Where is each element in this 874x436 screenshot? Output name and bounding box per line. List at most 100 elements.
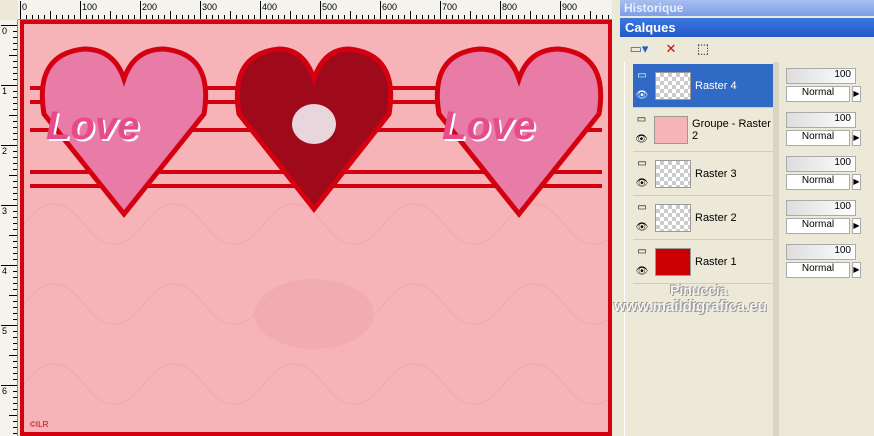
ruler-tick [13, 313, 17, 314]
blend-arrow-icon[interactable]: ▶ [852, 218, 861, 234]
eye-icon[interactable]: 👁 [636, 90, 649, 101]
layer-name: Raster 2 [695, 211, 737, 224]
ruler-label: 0 [2, 26, 8, 36]
layer-type-icon: ▭ [637, 158, 647, 169]
ruler-tick [596, 15, 597, 19]
ruler-tick [13, 151, 17, 152]
ruler-tick [608, 15, 609, 19]
ruler-tick [110, 11, 111, 19]
layer-row-raster-1[interactable]: ▭ 👁 Raster 1 [633, 240, 775, 284]
ruler-tick [164, 15, 165, 19]
blend-arrow-icon[interactable]: ▶ [852, 262, 861, 278]
ruler-tick [13, 337, 17, 338]
ruler-tick [13, 421, 17, 422]
blend-mode-select[interactable]: Normal [786, 174, 850, 190]
ruler-tick [332, 15, 333, 19]
blend-arrow-icon[interactable]: ▶ [852, 174, 861, 190]
ruler-tick [86, 15, 87, 19]
ruler-tick [434, 15, 435, 19]
copyright-text: ©ILR [30, 420, 49, 429]
ruler-tick [572, 15, 573, 19]
ruler-tick [32, 15, 33, 19]
layer-type-icon: ▭ [637, 202, 647, 213]
ruler-tick [476, 15, 477, 19]
opacity-field[interactable]: 100 [786, 200, 856, 216]
eye-icon[interactable]: 👁 [636, 222, 649, 233]
opacity-field[interactable]: 100 [786, 112, 856, 128]
layer-type-icon: ▭ [636, 114, 647, 125]
ruler-tick [314, 15, 315, 19]
ruler-tick [554, 15, 555, 19]
blend-mode-select[interactable]: Normal [786, 262, 850, 278]
ruler-tick [92, 15, 93, 19]
ruler-tick [13, 379, 17, 380]
ruler-tick [500, 1, 501, 19]
ruler-tick [13, 127, 17, 128]
panel-splitter[interactable] [773, 62, 779, 436]
eye-icon[interactable]: 👁 [636, 178, 649, 189]
image-canvas[interactable]: Love Love ©ILR [20, 20, 612, 436]
ruler-tick [398, 15, 399, 19]
layer-row-raster-4[interactable]: ▭ 👁 Raster 4 [633, 64, 775, 108]
layer-type-icon: ▭ [637, 70, 647, 81]
ruler-tick [13, 373, 17, 374]
blend-mode-select[interactable]: Normal [786, 130, 850, 146]
ruler-tick [194, 15, 195, 19]
ruler-tick [9, 415, 17, 416]
ruler-tick [13, 157, 17, 158]
ruler-tick [9, 115, 17, 116]
ruler-tick [578, 15, 579, 19]
ruler-tick [308, 15, 309, 19]
ruler-tick [464, 15, 465, 19]
layer-row-groupe-raster-2[interactable]: ▭ 👁 Groupe - Raster 2 [633, 108, 775, 152]
new-layer-icon[interactable]: ▭▾ [628, 40, 650, 58]
layer-row-raster-3[interactable]: ▭ 👁 Raster 3 [633, 152, 775, 196]
ruler-label: 900 [562, 2, 578, 12]
ruler-label: 0 [22, 2, 28, 12]
ruler-tick [506, 15, 507, 19]
ruler-tick [344, 15, 345, 19]
ruler-tick [170, 11, 171, 19]
ruler-label: 4 [2, 266, 8, 276]
ruler-tick [20, 1, 21, 19]
ruler-tick [602, 15, 603, 19]
ruler-tick [9, 355, 17, 356]
opacity-field[interactable]: 100 [786, 156, 856, 172]
ruler-tick [548, 15, 549, 19]
ruler-label: 300 [202, 2, 218, 12]
layers-panel-title[interactable]: Calques [620, 18, 874, 37]
ruler-tick [13, 403, 17, 404]
ruler-tick [392, 15, 393, 19]
ruler-tick [590, 11, 591, 19]
ruler-tick [13, 349, 17, 350]
ruler-tick [13, 331, 17, 332]
edit-selection-icon[interactable]: ⬚ [692, 40, 714, 58]
ruler-tick [13, 133, 17, 134]
ruler-tick [290, 11, 291, 19]
ruler-tick [13, 67, 17, 68]
blend-arrow-icon[interactable]: ▶ [852, 86, 861, 102]
eye-icon[interactable]: 👁 [636, 266, 649, 277]
ruler-tick [452, 15, 453, 19]
ruler-tick [13, 49, 17, 50]
ruler-tick [488, 15, 489, 19]
layer-row-raster-2[interactable]: ▭ 👁 Raster 2 [633, 196, 775, 240]
opacity-field[interactable]: 100 [786, 68, 856, 84]
delete-layer-icon[interactable]: ✕ [660, 40, 682, 58]
ruler-tick [206, 15, 207, 19]
ruler-label: 700 [442, 2, 458, 12]
ruler-tick [13, 307, 17, 308]
ruler-tick [128, 15, 129, 19]
ruler-tick [248, 15, 249, 19]
layer-type-icon: ▭ [637, 246, 647, 257]
opacity-field[interactable]: 100 [786, 244, 856, 260]
blend-mode-select[interactable]: Normal [786, 86, 850, 102]
ruler-tick [176, 15, 177, 19]
layer-properties: 100 Normal ▶ 100 Normal ▶ 100 Normal ▶ 100 Norm… [782, 62, 874, 436]
history-panel-title[interactable]: Historique [620, 0, 874, 16]
blend-mode-select[interactable]: Normal [786, 218, 850, 234]
eye-icon[interactable]: 👁 [635, 134, 648, 145]
blend-arrow-icon[interactable]: ▶ [852, 130, 861, 146]
ruler-tick [13, 37, 17, 38]
ruler-tick [9, 295, 17, 296]
